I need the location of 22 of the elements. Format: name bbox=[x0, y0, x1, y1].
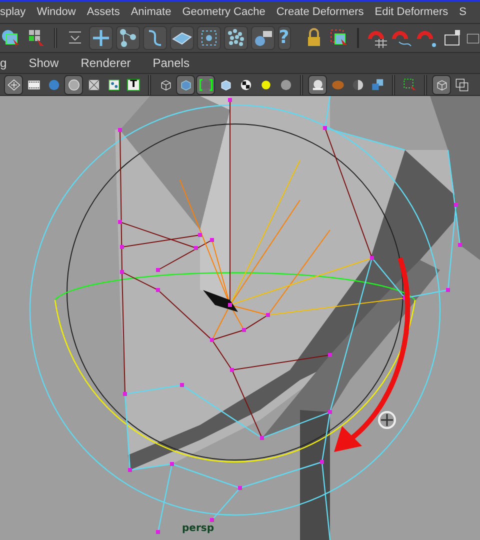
disc-icon[interactable] bbox=[66, 76, 82, 93]
menu-item[interactable]: splay bbox=[0, 4, 26, 20]
squares-icon[interactable] bbox=[454, 76, 470, 93]
panel-menu-item[interactable]: Show bbox=[28, 54, 59, 72]
menu-item[interactable]: Edit Deformers bbox=[374, 4, 448, 20]
menu-item[interactable]: S bbox=[459, 4, 466, 20]
menu-item[interactable]: Geometry Cache bbox=[182, 4, 266, 20]
select-icon[interactable] bbox=[402, 76, 418, 93]
cubes-icon[interactable] bbox=[370, 76, 386, 93]
menu-item[interactable]: Animate bbox=[130, 4, 172, 20]
menu-item[interactable]: Create Deformers bbox=[276, 4, 364, 20]
panel-menu-item[interactable]: Panels bbox=[152, 54, 190, 72]
xray-icon[interactable] bbox=[198, 76, 214, 93]
dots-icon[interactable] bbox=[106, 76, 122, 93]
grid-icon[interactable] bbox=[6, 76, 22, 93]
menu-item[interactable]: Window bbox=[36, 4, 76, 20]
mesh-icon[interactable] bbox=[86, 76, 102, 93]
menu-item[interactable]: Assets bbox=[86, 4, 120, 20]
camera-label: persp bbox=[182, 522, 214, 536]
text-icon[interactable]: T bbox=[127, 78, 140, 91]
panel-menu-item[interactable]: g bbox=[0, 54, 7, 72]
panel-menu-item[interactable]: Renderer bbox=[80, 54, 131, 72]
